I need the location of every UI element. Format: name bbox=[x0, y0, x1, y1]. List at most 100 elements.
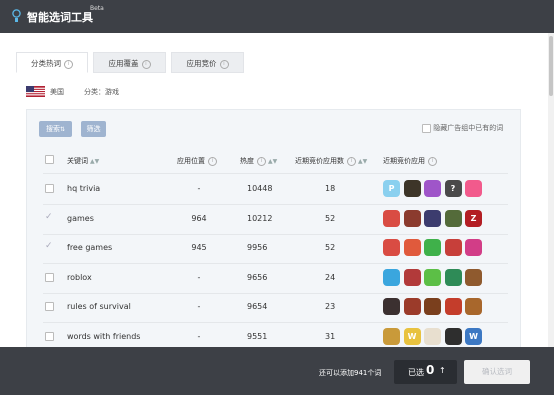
header-keyword[interactable]: 关键词 ▲▼ bbox=[67, 156, 99, 166]
check-icon[interactable]: ✓ bbox=[45, 241, 53, 251]
app-cars-icon[interactable] bbox=[383, 209, 400, 227]
table-row[interactable]: ✓ games 964 10212 52 Z bbox=[43, 204, 508, 235]
row-checkbox[interactable] bbox=[45, 184, 54, 193]
us-flag-icon bbox=[26, 86, 45, 97]
heat-cell: 9654 bbox=[247, 302, 268, 311]
app-cars-icon[interactable] bbox=[383, 239, 400, 256]
header-app-position[interactable]: 应用位置 i bbox=[177, 156, 217, 166]
app-racing-icon[interactable] bbox=[424, 209, 441, 227]
app-question-icon[interactable]: ? bbox=[444, 180, 462, 197]
header-label: 关键词 bbox=[67, 157, 88, 165]
search-button[interactable]: 搜索⇅ bbox=[39, 121, 72, 137]
table-header: 关键词 ▲▼ 应用位置 i 热度 i ▲▼ 近期竞价应用数 i ▲▼ 近期竞价应用 i bbox=[43, 147, 508, 174]
app-girl-icon[interactable] bbox=[424, 180, 441, 197]
app-p-icon[interactable]: P bbox=[383, 180, 400, 197]
tab-app-bidding[interactable]: 应用竞价 i bbox=[171, 52, 244, 73]
tab-label: 应用竞价 bbox=[186, 59, 217, 68]
info-icon: i bbox=[208, 156, 217, 166]
table-row[interactable]: rules of survival - 9654 23 bbox=[43, 292, 508, 323]
app-w2-icon[interactable]: W bbox=[465, 327, 482, 345]
header-bid-count[interactable]: 近期竞价应用数 i ▲▼ bbox=[295, 156, 367, 166]
table-row[interactable]: roblox - 9656 24 bbox=[43, 263, 508, 294]
bid-count-cell: 31 bbox=[325, 331, 336, 341]
app-z-icon[interactable]: Z bbox=[465, 209, 482, 227]
app-chest-icon[interactable] bbox=[424, 298, 441, 315]
app-dark2-icon[interactable] bbox=[444, 327, 462, 345]
app-brick-icon[interactable] bbox=[465, 268, 482, 286]
app-word-icon[interactable] bbox=[383, 327, 400, 345]
app-fighter-icon[interactable] bbox=[403, 268, 421, 286]
selected-count-button[interactable]: 已选 0 ↑ bbox=[394, 360, 457, 384]
row-checkbox[interactable] bbox=[45, 302, 54, 311]
app-title: 智能选词工具 bbox=[27, 11, 93, 24]
info-icon: i bbox=[428, 156, 437, 166]
app-pink-icon[interactable] bbox=[465, 239, 482, 256]
row-checkbox[interactable] bbox=[45, 272, 54, 282]
app-face-icon[interactable] bbox=[444, 239, 462, 256]
sort-icon: ▲▼ bbox=[268, 158, 278, 165]
scrollbar-thumb[interactable] bbox=[549, 36, 553, 96]
heat-cell: 9551 bbox=[247, 331, 268, 341]
tab-app-coverage[interactable]: 应用覆盖 i bbox=[93, 52, 166, 73]
app-pixel-icon[interactable] bbox=[403, 209, 421, 227]
check-icon[interactable]: ✓ bbox=[45, 212, 53, 222]
app-hero2-icon[interactable] bbox=[444, 268, 462, 286]
app-crate-icon[interactable] bbox=[465, 298, 482, 315]
app-robot-icon[interactable] bbox=[403, 239, 421, 256]
header-label: 应用位置 bbox=[177, 157, 205, 165]
app-green-icon[interactable] bbox=[424, 268, 441, 286]
info-icon: i bbox=[219, 59, 229, 69]
app-w-icon[interactable]: W bbox=[403, 327, 421, 345]
tab-category-hot-words[interactable]: 分类热词 i bbox=[16, 52, 88, 73]
info-icon: i bbox=[257, 156, 266, 166]
app-zombie-icon[interactable] bbox=[403, 180, 421, 197]
hide-existing-checkbox[interactable] bbox=[422, 123, 431, 133]
app-dice-icon[interactable] bbox=[424, 327, 441, 345]
filter-button[interactable]: 筛选 bbox=[81, 121, 106, 137]
tab-label: 应用覆盖 bbox=[108, 59, 139, 68]
app-target-icon[interactable] bbox=[444, 298, 462, 315]
table-row[interactable]: ✓ free games 945 9956 52 bbox=[43, 233, 508, 264]
table-row[interactable]: hq trivia - 10448 18 P? bbox=[43, 174, 508, 205]
header-label: 热度 bbox=[240, 157, 254, 165]
heat-cell: 9956 bbox=[247, 243, 268, 252]
position-cell: 945 bbox=[191, 243, 207, 252]
app-glyph: ? bbox=[450, 184, 456, 193]
sort-icon: ▲▼ bbox=[358, 158, 368, 165]
bid-count-cell: 24 bbox=[325, 272, 336, 282]
position-cell: - bbox=[197, 302, 201, 311]
header-bid-apps: 近期竞价应用 i bbox=[383, 156, 437, 166]
category-label: 分类：游戏 bbox=[84, 88, 119, 96]
position-cell: - bbox=[197, 272, 201, 282]
app-glyph: Z bbox=[470, 213, 477, 223]
footer-bar: 还可以添加941个词 已选 0 ↑ 确认选词 bbox=[0, 347, 554, 395]
header-heat[interactable]: 热度 i ▲▼ bbox=[240, 156, 277, 166]
heat-cell: 10212 bbox=[247, 213, 273, 223]
row-checkbox[interactable] bbox=[45, 331, 54, 341]
keyword-cell: words with friends bbox=[67, 331, 141, 341]
select-all-checkbox[interactable] bbox=[45, 155, 54, 164]
heat-cell: 10448 bbox=[247, 184, 273, 193]
remaining-words-text: 还可以添加941个词 bbox=[319, 369, 382, 377]
app-glyph: W bbox=[469, 331, 478, 341]
app-warrior-icon[interactable] bbox=[403, 298, 421, 315]
app-bulb-icon[interactable] bbox=[465, 180, 482, 197]
table-row[interactable]: words with friends - 9551 31 W W bbox=[43, 322, 508, 348]
top-bar: 智能选词工具 Beta bbox=[0, 0, 554, 33]
bid-count-cell: 52 bbox=[325, 213, 336, 223]
info-icon: i bbox=[141, 59, 151, 69]
app-glyph: P bbox=[388, 184, 395, 193]
hide-existing-option[interactable]: 隐藏广告组中已有的词 bbox=[422, 123, 503, 133]
arrow-up-icon: ↑ bbox=[439, 366, 446, 375]
app-soldier-icon[interactable] bbox=[444, 209, 462, 227]
confirm-button[interactable]: 确认选词 bbox=[464, 360, 530, 384]
keyword-cell: free games bbox=[67, 243, 113, 252]
app-hero-icon[interactable] bbox=[424, 239, 441, 256]
position-cell: - bbox=[197, 331, 201, 341]
heat-cell: 9656 bbox=[247, 272, 268, 282]
app-dark-icon[interactable] bbox=[383, 298, 400, 315]
selected-count: 0 bbox=[426, 363, 435, 377]
app-balls-icon[interactable] bbox=[383, 268, 400, 286]
keyword-cell: rules of survival bbox=[67, 302, 131, 311]
bid-count-cell: 18 bbox=[325, 184, 336, 193]
